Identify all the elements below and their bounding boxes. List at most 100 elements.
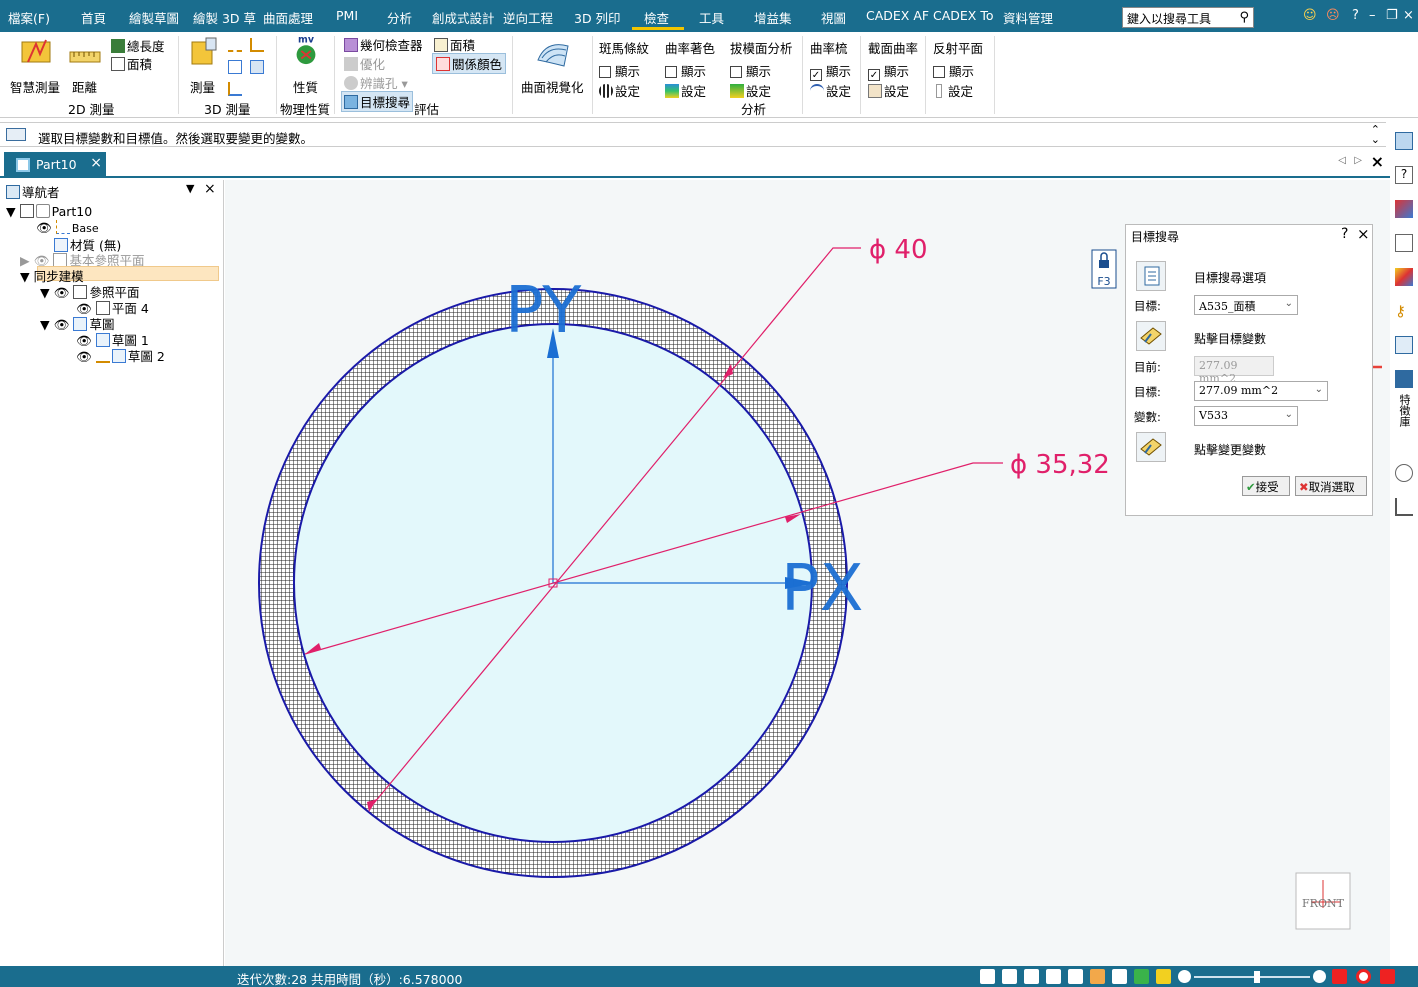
- evaluate-area-button[interactable]: 面積: [434, 35, 475, 54]
- zoom-out-icon[interactable]: [1178, 970, 1191, 983]
- fit-view-icon[interactable]: [980, 969, 995, 984]
- tab-part10[interactable]: Part10 ×: [4, 152, 106, 178]
- section-show-checkbox[interactable]: ✓ 顯示: [868, 61, 909, 81]
- tree-node-sketch2[interactable]: 👁 草圖 2: [76, 346, 165, 365]
- dim-inner-text[interactable]: ϕ 35,32: [1010, 450, 1110, 480]
- menu-analyze[interactable]: 分析: [387, 8, 412, 27]
- dialog-close-icon[interactable]: ×: [1357, 225, 1370, 243]
- record-icon[interactable]: [1356, 969, 1371, 984]
- video-icon[interactable]: [1332, 969, 1347, 984]
- tree-icon[interactable]: [1395, 498, 1413, 516]
- menu-generative[interactable]: 創成式設計: [432, 8, 495, 27]
- menu-view[interactable]: 視圖: [821, 8, 846, 27]
- comb-settings-button[interactable]: 設定: [810, 81, 851, 100]
- view-style-icon[interactable]: [1090, 969, 1105, 984]
- zoom-slider-thumb[interactable]: [1254, 971, 1260, 983]
- upload-icon[interactable]: [1380, 969, 1395, 984]
- close-icon[interactable]: ×: [1403, 8, 1414, 23]
- close-doc-icon[interactable]: ×: [1371, 152, 1384, 171]
- cancel-selection-button[interactable]: ✖取消選取: [1295, 476, 1367, 496]
- click-target-var-icon[interactable]: [1136, 321, 1166, 351]
- menu-cadex-to[interactable]: CADEX To: [933, 8, 994, 23]
- optimize-button[interactable]: 優化: [344, 54, 385, 73]
- smart-measure-button[interactable]: 智慧測量: [10, 77, 60, 96]
- layer-icon[interactable]: [1395, 336, 1413, 354]
- zebra-settings-button[interactable]: 設定: [599, 81, 640, 100]
- menu-reverse[interactable]: 逆向工程: [503, 8, 553, 27]
- relation-color-button[interactable]: 關係顏色: [432, 53, 507, 74]
- menu-3d-print[interactable]: 3D 列印: [574, 8, 621, 27]
- keyboard-icon[interactable]: [6, 128, 26, 141]
- menu-home[interactable]: 首頁: [81, 8, 106, 27]
- total-length-button[interactable]: 總長度: [111, 36, 165, 55]
- search-input[interactable]: 鍵入以搜尋工具 ⚲: [1122, 7, 1254, 28]
- zoom-area-icon[interactable]: [1024, 969, 1039, 984]
- tool-3d-icon-1[interactable]: [228, 38, 244, 53]
- tool-3d-icon-3[interactable]: [228, 60, 244, 75]
- click-change-var-icon[interactable]: [1136, 432, 1166, 462]
- comb-show-checkbox[interactable]: ✓ 顯示: [810, 61, 851, 81]
- tree-node-part10[interactable]: ▼ Part10: [6, 204, 92, 219]
- section-settings-button[interactable]: 設定: [868, 81, 909, 100]
- tree-node-base[interactable]: 👁 Base: [36, 220, 99, 236]
- area-2d-button[interactable]: 面積: [111, 54, 152, 73]
- surface-visualization-button[interactable]: 曲面視覺化: [521, 77, 584, 96]
- assembly-icon[interactable]: [1395, 132, 1413, 150]
- display-icon[interactable]: [1112, 969, 1127, 984]
- tab-close-icon[interactable]: ×: [90, 155, 102, 171]
- distance-button[interactable]: 距離: [72, 77, 97, 96]
- smile-icon[interactable]: ☺: [1303, 8, 1317, 23]
- draft-show-checkbox[interactable]: 顯示: [730, 61, 771, 80]
- goal-seek-button[interactable]: 目標搜尋: [341, 91, 414, 112]
- reflect-show-checkbox[interactable]: 顯示: [933, 61, 974, 80]
- zoom-icon[interactable]: [1002, 969, 1017, 984]
- render-icon[interactable]: [1395, 200, 1413, 218]
- menu-surfacing[interactable]: 曲面處理: [263, 8, 313, 27]
- menu-inspect[interactable]: 檢查: [644, 8, 669, 27]
- zoom-in-icon[interactable]: [1313, 970, 1326, 983]
- zoom-slider-track[interactable]: [1194, 976, 1310, 978]
- help-panel-icon[interactable]: ?: [1395, 166, 1413, 184]
- draft-settings-button[interactable]: 設定: [730, 81, 771, 100]
- menu-addins[interactable]: 增益集: [754, 8, 792, 27]
- goal-value-combobox[interactable]: 277.09 mm^2 ⌄: [1194, 381, 1328, 401]
- curvature-shade-settings-button[interactable]: 設定: [665, 81, 706, 100]
- menu-sketch[interactable]: 繪製草圖: [129, 8, 179, 27]
- menu-cadex-af[interactable]: CADEX AF: [866, 8, 929, 23]
- tab-prev-icon[interactable]: ◁: [1338, 155, 1346, 166]
- minimize-icon[interactable]: –: [1369, 8, 1376, 23]
- rotate-icon[interactable]: [1068, 969, 1083, 984]
- reflect-settings-button[interactable]: 設定: [933, 81, 973, 100]
- menu-3d-sketch[interactable]: 繪製 3D 草: [193, 8, 256, 27]
- geometry-checker-button[interactable]: 幾何檢查器: [344, 35, 423, 54]
- tool-3d-icon-4[interactable]: [250, 60, 266, 75]
- menu-file[interactable]: 檔案(F): [8, 8, 50, 27]
- dim-outer-text[interactable]: ϕ 40: [869, 235, 928, 265]
- snap-icon[interactable]: [1134, 969, 1149, 984]
- target-dropdown[interactable]: A535_面積 ⌄: [1194, 295, 1298, 315]
- restore-icon[interactable]: ❐: [1386, 8, 1398, 23]
- pan-icon[interactable]: [1046, 969, 1061, 984]
- layers-icon[interactable]: [1156, 969, 1171, 984]
- curvature-shade-show-checkbox[interactable]: 顯示: [665, 61, 706, 80]
- navigator-menu-icon[interactable]: ▼: [186, 182, 194, 195]
- feature-library-label[interactable]: 特徵庫: [1396, 394, 1412, 427]
- menu-data-mgmt[interactable]: 資料管理: [1003, 8, 1053, 27]
- key-icon[interactable]: ⚷: [1395, 302, 1413, 320]
- prompt-scroll-icon[interactable]: ⌃ ⌄: [1371, 124, 1380, 145]
- accept-button[interactable]: ✔接受: [1242, 476, 1290, 496]
- grid-icon[interactable]: [1395, 234, 1413, 252]
- tool-3d-icon-5[interactable]: [228, 82, 244, 97]
- goal-seek-options-icon[interactable]: [1136, 261, 1166, 291]
- tab-next-icon[interactable]: ▷: [1354, 155, 1362, 166]
- variable-dropdown[interactable]: V533 ⌄: [1194, 406, 1298, 426]
- zebra-show-checkbox[interactable]: 顯示: [599, 61, 640, 80]
- navigator-close-icon[interactable]: ×: [204, 181, 216, 197]
- frown-icon[interactable]: ☹: [1326, 8, 1340, 23]
- feature-library-icon[interactable]: [1395, 370, 1413, 388]
- properties-button[interactable]: 性質: [293, 77, 318, 96]
- identify-holes-button[interactable]: 辨識孔 ▾: [344, 73, 408, 92]
- color-icon[interactable]: [1395, 268, 1413, 286]
- tool-3d-icon-2[interactable]: [250, 38, 266, 53]
- menu-pmi[interactable]: PMI: [336, 8, 358, 23]
